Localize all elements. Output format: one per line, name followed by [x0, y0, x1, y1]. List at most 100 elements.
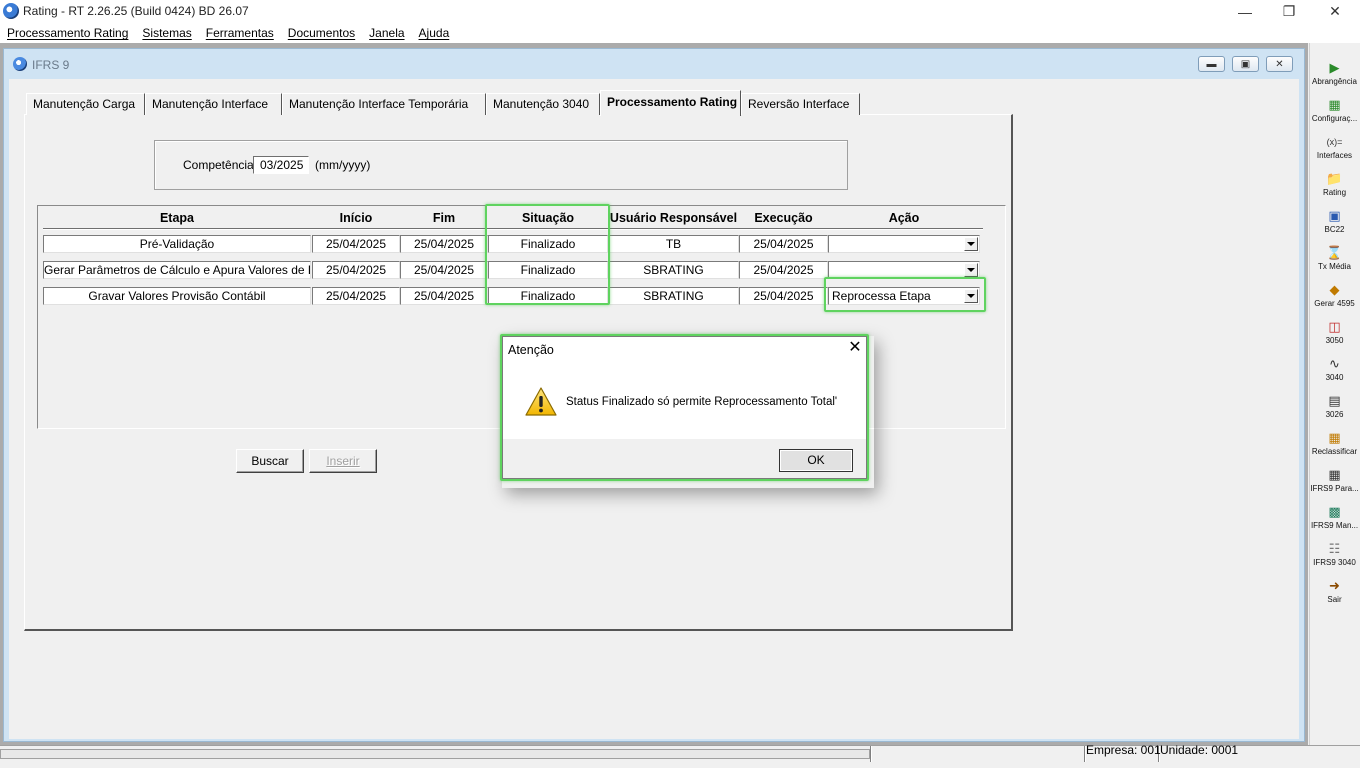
status-empresa: Empresa: 001: [1086, 743, 1161, 757]
cell-execucao: 25/04/2025: [739, 287, 828, 305]
toolbar-abrangencia[interactable]: ▶ Abrangência: [1309, 59, 1360, 96]
tx-media-icon: ⌛: [1326, 245, 1343, 260]
cell-etapa: Gravar Valores Provisão Contábil: [43, 287, 311, 305]
competencia-label: Competência: [183, 158, 254, 172]
cell-fim: 25/04/2025: [400, 287, 488, 305]
cell-fim: 25/04/2025: [400, 235, 488, 253]
toolbar-ifrs9-parametros[interactable]: ▦ IFRS9 Para...: [1309, 466, 1360, 503]
tab-manutencao-interface-temporaria[interactable]: Manutenção Interface Temporária: [282, 93, 486, 115]
chevron-down-icon[interactable]: [964, 263, 978, 277]
col-header-fim: Fim: [432, 211, 456, 225]
chevron-down-icon[interactable]: [964, 237, 978, 251]
competencia-input[interactable]: 03/2025: [253, 156, 309, 174]
database-icon: ☷: [1328, 541, 1341, 556]
dialog-close-icon[interactable]: ✕: [847, 340, 863, 356]
status-separator: [870, 746, 872, 762]
acao-select[interactable]: [828, 261, 980, 279]
menu-bar: Processamento Rating Sistemas Ferramenta…: [0, 23, 1360, 43]
toolbar-3040[interactable]: ∿ 3040: [1309, 355, 1360, 392]
col-header-execucao: Execução: [754, 211, 813, 225]
cell-etapa: Gerar Parâmetros de Cálculo e Apura Valo…: [43, 261, 311, 279]
cell-usuario: SBRATING: [608, 261, 739, 279]
buscar-button[interactable]: Buscar: [236, 449, 304, 473]
cell-usuario: TB: [608, 235, 739, 253]
menu-janela[interactable]: Janela: [369, 23, 404, 43]
acao-select[interactable]: Reprocessa Etapa: [828, 287, 980, 305]
interfaces-icon: (x)=: [1326, 137, 1343, 147]
child-title-bar: IFRS 9 ▬ ▣ ✕: [4, 49, 1304, 79]
competencia-format-hint: (mm/yyyy): [315, 158, 371, 172]
ok-button[interactable]: OK: [779, 449, 853, 472]
chevron-down-icon[interactable]: [964, 289, 978, 303]
cell-situacao: Finalizado: [488, 287, 608, 305]
menu-sistemas[interactable]: Sistemas: [142, 23, 191, 43]
3050-icon: ◫: [1328, 319, 1341, 334]
status-progress-track: [0, 749, 870, 759]
minimize-button[interactable]: —: [1222, 0, 1268, 23]
tab-reversao-interface[interactable]: Reversão Interface: [741, 93, 860, 115]
gerar-icon: ◆: [1329, 282, 1340, 297]
alert-dialog: Atenção ✕ Status Finalizado só permite R…: [502, 336, 867, 479]
child-app-icon: [13, 57, 27, 71]
child-close-button[interactable]: ✕: [1266, 56, 1293, 72]
cell-etapa: Pré-Validação: [43, 235, 311, 253]
child-minimize-button[interactable]: ▬: [1198, 56, 1225, 72]
acao-select[interactable]: [828, 235, 980, 253]
warning-icon: [525, 387, 557, 416]
restore-button[interactable]: ❐: [1266, 0, 1312, 23]
toolbar-ifrs9-3040[interactable]: ☷ IFRS9 3040: [1309, 540, 1360, 577]
cell-usuario: SBRATING: [608, 287, 739, 305]
menu-ferramentas[interactable]: Ferramentas: [206, 23, 274, 43]
cell-inicio: 25/04/2025: [312, 261, 400, 279]
cell-inicio: 25/04/2025: [312, 235, 400, 253]
toolbar-bc22[interactable]: ▣ BC22: [1309, 207, 1360, 244]
col-header-inicio: Início: [339, 211, 373, 225]
cell-execucao: 25/04/2025: [739, 235, 828, 253]
toolbar-interfaces[interactable]: (x)= Interfaces: [1309, 133, 1360, 170]
cell-fim: 25/04/2025: [400, 261, 488, 279]
child-window-title: IFRS 9: [32, 58, 70, 72]
dialog-title: Atenção: [508, 343, 554, 357]
menu-ajuda[interactable]: Ajuda: [419, 23, 450, 43]
col-header-acao: Ação: [888, 211, 920, 225]
toolbar-ifrs9-manutencao[interactable]: ▩ IFRS9 Man...: [1309, 503, 1360, 540]
folder-icon: 📁: [1326, 171, 1343, 186]
cell-situacao: Finalizado: [488, 261, 608, 279]
tab-processamento-rating[interactable]: Processamento Rating: [600, 90, 741, 116]
toolbar-tx-media[interactable]: ⌛ Tx Média: [1309, 244, 1360, 281]
app-icon: [3, 3, 19, 19]
cell-inicio: 25/04/2025: [312, 287, 400, 305]
close-button[interactable]: ✕: [1312, 0, 1358, 23]
dialog-footer: OK: [503, 439, 866, 478]
cell-execucao: 25/04/2025: [739, 261, 828, 279]
toolbar-rating[interactable]: 📁 Rating: [1309, 170, 1360, 207]
exit-icon: ➜: [1329, 578, 1340, 593]
header-divider: [43, 228, 983, 230]
status-unidade: Unidade: 0001: [1160, 743, 1239, 757]
tab-manutencao-3040[interactable]: Manutenção 3040: [486, 93, 600, 115]
toolbar-sair[interactable]: ➜ Sair: [1309, 577, 1360, 614]
ifrs9-man-icon: ▩: [1328, 504, 1341, 519]
toolbar-3026[interactable]: ▤ 3026: [1309, 392, 1360, 429]
abrangencia-icon: ▶: [1329, 60, 1340, 75]
3026-icon: ▤: [1328, 393, 1341, 408]
col-header-situacao: Situação: [521, 211, 575, 225]
tab-manutencao-interface[interactable]: Manutenção Interface: [145, 93, 282, 115]
col-header-usuario: Usuário Responsável: [609, 211, 738, 225]
dialog-message: Status Finalizado só permite Reprocessam…: [566, 396, 838, 408]
toolbar-reclassificar[interactable]: ▦ Reclassificar: [1309, 429, 1360, 466]
cube-icon: ▣: [1328, 208, 1341, 223]
configuracao-icon: ▦: [1328, 97, 1341, 112]
inserir-button[interactable]: Inserir: [309, 449, 377, 473]
col-header-etapa: Etapa: [159, 211, 195, 225]
menu-documentos[interactable]: Documentos: [288, 23, 355, 43]
toolbar-3050[interactable]: ◫ 3050: [1309, 318, 1360, 355]
cell-situacao: Finalizado: [488, 235, 608, 253]
acao-select-value: Reprocessa Etapa: [832, 289, 931, 303]
3040-icon: ∿: [1329, 356, 1340, 371]
child-maximize-button[interactable]: ▣: [1232, 56, 1259, 72]
toolbar-gerar-4595[interactable]: ◆ Gerar 4595: [1309, 281, 1360, 318]
toolbar-configuracao[interactable]: ▦ Configuraç...: [1309, 96, 1360, 133]
menu-processamento-rating[interactable]: Processamento Rating: [7, 23, 128, 43]
tab-manutencao-carga[interactable]: Manutenção Carga: [26, 93, 145, 115]
